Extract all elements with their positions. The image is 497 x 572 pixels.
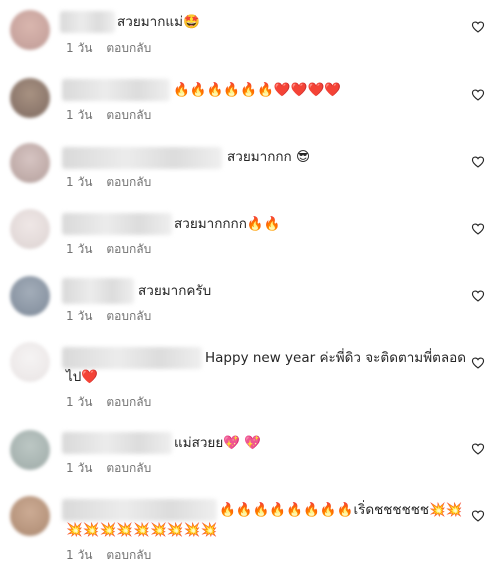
avatar[interactable] <box>10 209 50 249</box>
reply-button[interactable]: ตอบกลับ <box>106 309 151 323</box>
username-blurred[interactable] <box>60 11 115 33</box>
comment-time: 1 วัน <box>66 108 93 122</box>
comment-meta: 1 วัน ตอบกลับ <box>66 107 151 123</box>
comment-meta: 1 วัน ตอบกลับ <box>66 40 151 56</box>
comment-text: สวยมากกกก🔥🔥 <box>174 216 281 232</box>
reply-button[interactable]: ตอบกลับ <box>106 41 151 55</box>
reply-button[interactable]: ตอบกลับ <box>106 548 151 562</box>
comment-time: 1 วัน <box>66 548 93 562</box>
username-blurred[interactable] <box>62 278 134 304</box>
comment-time: 1 วัน <box>66 175 93 189</box>
avatar[interactable] <box>10 496 50 536</box>
comment-text: สวยมากครับ <box>138 283 212 299</box>
comment-meta: 1 วัน ตอบกลับ <box>66 241 151 257</box>
comment-text: สวยมากกก 😎 <box>227 149 311 165</box>
heart-outline-icon[interactable] <box>471 155 485 169</box>
comment-time: 1 วัน <box>66 41 93 55</box>
reply-button[interactable]: ตอบกลับ <box>106 395 151 409</box>
heart-outline-icon[interactable] <box>471 442 485 456</box>
comment-meta: 1 วัน ตอบกลับ <box>66 174 151 190</box>
comment-time: 1 วัน <box>66 461 93 475</box>
heart-outline-icon[interactable] <box>471 509 485 523</box>
comment-time: 1 วัน <box>66 395 93 409</box>
comment-text: 🔥🔥🔥🔥🔥🔥❤️❤️❤️❤️ <box>173 82 342 98</box>
username-blurred[interactable] <box>62 499 217 521</box>
reply-button[interactable]: ตอบกลับ <box>106 242 151 256</box>
comment-text: แม่สวยย💖 💖 <box>174 435 262 451</box>
reply-button[interactable]: ตอบกลับ <box>106 108 151 122</box>
username-blurred[interactable] <box>62 147 222 169</box>
username-blurred[interactable] <box>62 79 170 101</box>
username-blurred[interactable] <box>62 213 172 235</box>
comment-meta: 1 วัน ตอบกลับ <box>66 308 151 324</box>
avatar[interactable] <box>10 342 50 382</box>
reply-button[interactable]: ตอบกลับ <box>106 175 151 189</box>
avatar[interactable] <box>10 10 50 50</box>
heart-outline-icon[interactable] <box>471 88 485 102</box>
avatar[interactable] <box>10 276 50 316</box>
comment-meta: 1 วัน ตอบกลับ <box>66 547 151 563</box>
comment-text: Happy new year ค่ะพี่ดิว จะติดตามพี่ตลอด <box>205 350 467 366</box>
reply-button[interactable]: ตอบกลับ <box>106 461 151 475</box>
heart-outline-icon[interactable] <box>471 356 485 370</box>
avatar[interactable] <box>10 430 50 470</box>
comment-meta: 1 วัน ตอบกลับ <box>66 460 151 476</box>
comment-time: 1 วัน <box>66 309 93 323</box>
comment-meta: 1 วัน ตอบกลับ <box>66 394 151 410</box>
comment-text-continued: 💥💥💥💥💥💥💥💥💥 <box>66 522 218 538</box>
comment-time: 1 วัน <box>66 242 93 256</box>
avatar[interactable] <box>10 78 50 118</box>
heart-outline-icon[interactable] <box>471 20 485 34</box>
comment-text-continued: ไป❤️ <box>66 369 99 385</box>
comment-text: สวยมากแม่🤩 <box>117 14 200 30</box>
heart-outline-icon[interactable] <box>471 222 485 236</box>
avatar[interactable] <box>10 143 50 183</box>
username-blurred[interactable] <box>62 432 172 454</box>
username-blurred[interactable] <box>62 347 202 369</box>
comment-text: 🔥🔥🔥🔥🔥🔥🔥🔥เริ่ดชชชชชช💥💥 <box>219 502 463 518</box>
heart-outline-icon[interactable] <box>471 289 485 303</box>
